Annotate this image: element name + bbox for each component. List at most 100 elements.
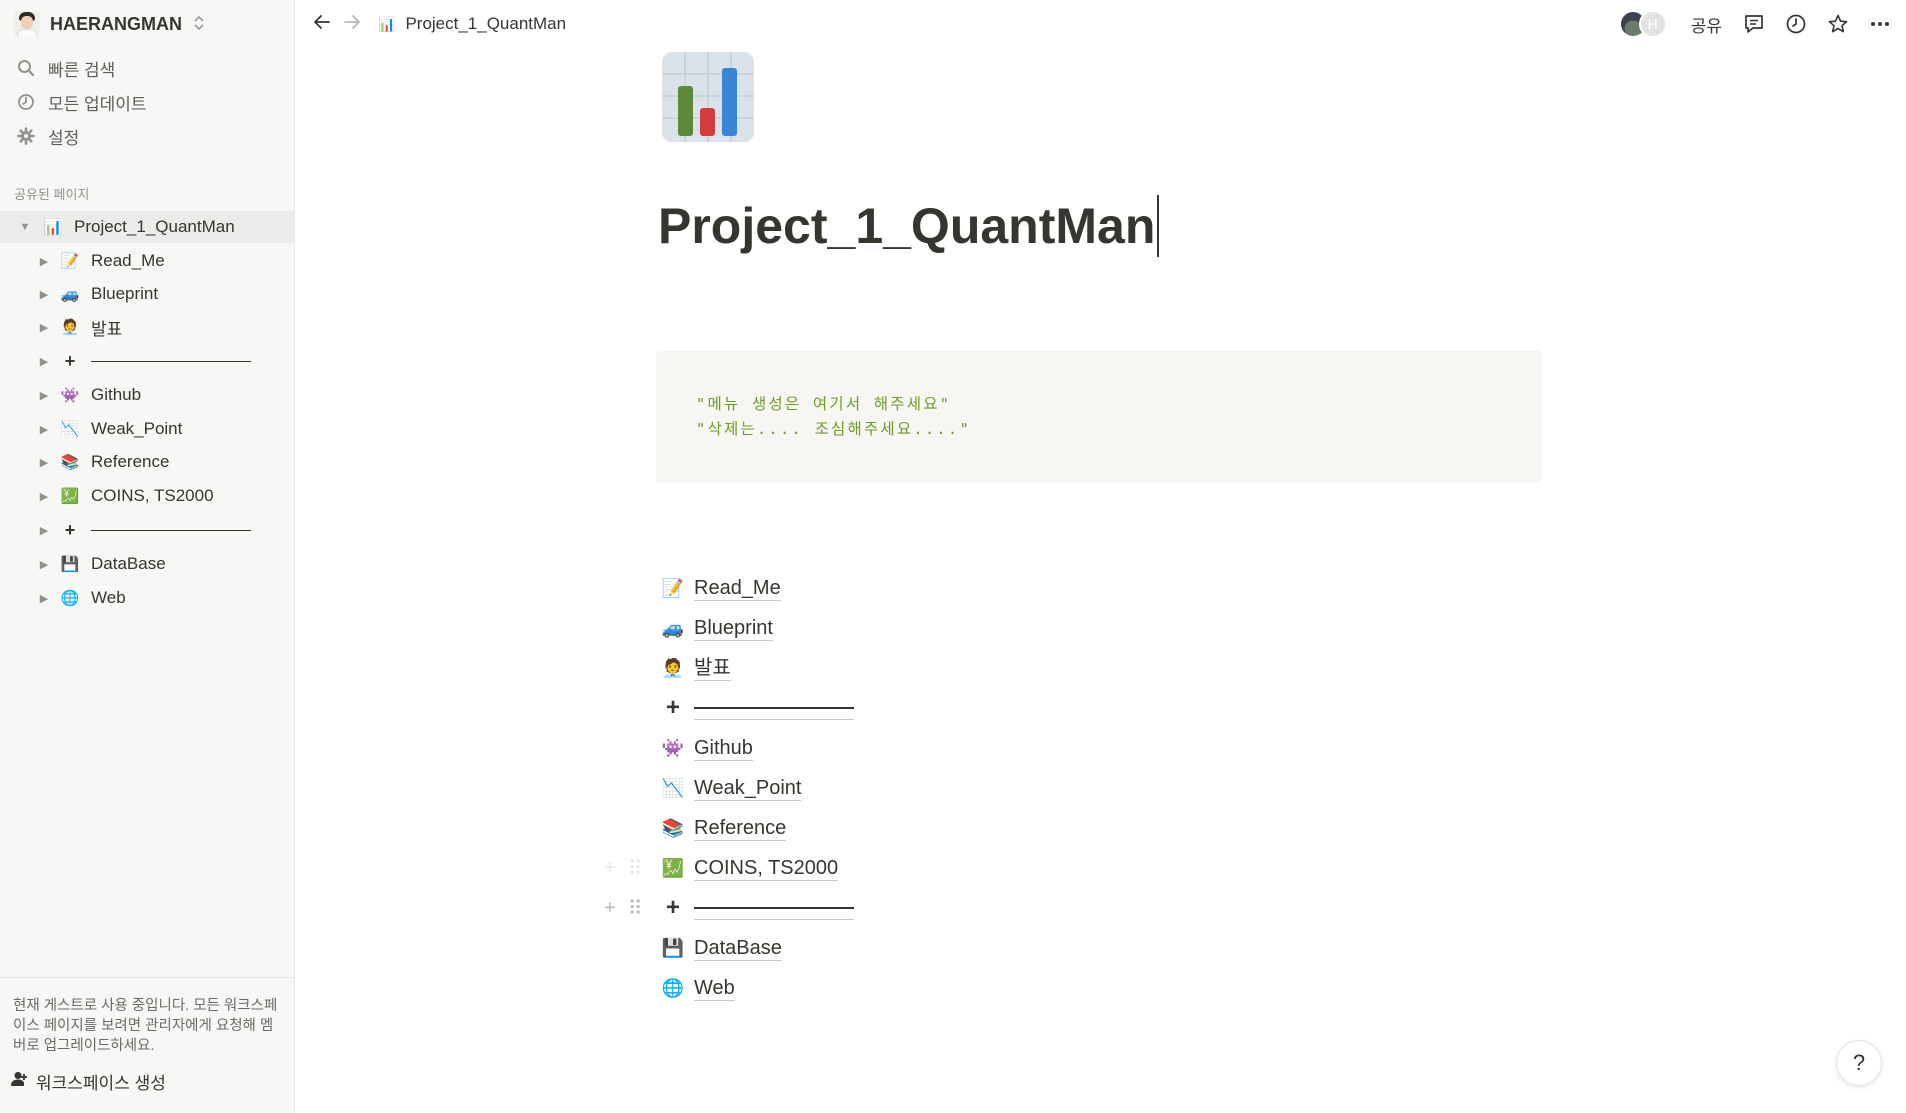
sidebar-item-blueprint[interactable]: ▶ 🚙 Blueprint — [0, 278, 295, 310]
page-link-divider[interactable]: + — [660, 691, 854, 725]
sidebar-item-label: 발표 — [91, 319, 123, 339]
globe-icon: 🌐 — [60, 590, 80, 607]
page-link-github[interactable]: 👾 Github — [660, 731, 753, 765]
arrow-right-icon — [342, 12, 362, 37]
page-link-label: Weak_Point — [694, 776, 802, 801]
nav-settings[interactable]: 설정 — [10, 121, 284, 151]
page-link-coins-ts2000[interactable]: 💹 COINS, TS2000 — [660, 851, 839, 885]
chevron-updown-icon — [194, 15, 204, 34]
topbar-actions: H 공유 — [1618, 8, 1894, 40]
sidebar-item-label: COINS, TS2000 — [91, 486, 214, 505]
sidebar-item-presentation[interactable]: ▶ 🧑‍💼 발표 — [0, 311, 295, 343]
page-title[interactable]: Project_1_QuantMan — [658, 197, 1155, 255]
plus-icon[interactable]: + — [604, 857, 616, 880]
sidebar-item-label: Github — [91, 385, 142, 404]
create-workspace-label: 워크스페이스 생성 — [36, 1073, 166, 1093]
caret-right-icon[interactable]: ▶ — [37, 321, 51, 334]
block-handle[interactable]: + ⠿ — [604, 851, 642, 885]
divider-line — [91, 529, 251, 531]
create-workspace-button[interactable]: 워크스페이스 생성 — [10, 1066, 166, 1096]
chart-increasing-yen-icon: 💹 — [60, 488, 80, 505]
alien-monster-icon: 👾 — [60, 387, 80, 404]
topbar: 📊 Project_1_QuantMan H 공유 — [296, 0, 1906, 48]
caret-right-icon[interactable]: ▶ — [37, 490, 51, 503]
arrow-left-icon — [312, 12, 332, 37]
caret-right-icon[interactable]: ▶ — [37, 592, 51, 605]
page-title-wrap[interactable]: Project_1_QuantMan — [658, 195, 1160, 257]
bar-chart-icon[interactable] — [662, 52, 754, 142]
sidebar-item-divider[interactable]: ▶ + — [0, 514, 295, 546]
page-link-read-me[interactable]: 📝 Read_Me — [660, 571, 781, 605]
sidebar-item-label: Read_Me — [91, 251, 165, 270]
page-link-label: DataBase — [694, 936, 782, 961]
caret-right-icon[interactable]: ▶ — [37, 423, 51, 436]
sidebar-item-weak-point[interactable]: ▶ 📉 Weak_Point — [0, 413, 295, 445]
more-icon[interactable] — [1866, 10, 1894, 38]
workspace-avatar — [14, 11, 40, 37]
collaborator-avatars[interactable]: H — [1618, 10, 1667, 38]
page-link-label: 발표 — [694, 656, 731, 681]
sidebar-item-project-1-quantman[interactable]: ▼ 📊 Project_1_QuantMan — [0, 211, 295, 243]
caret-right-icon[interactable]: ▶ — [37, 255, 51, 268]
sidebar-item-label: Blueprint — [91, 284, 159, 303]
car-icon: 🚙 — [60, 286, 80, 303]
drag-handle-icon[interactable]: ⠿ — [628, 896, 643, 921]
page-link-database[interactable]: 💾 DataBase — [660, 931, 782, 965]
sidebar-item-reference[interactable]: ▶ 📚 Reference — [0, 446, 295, 478]
plus-icon[interactable]: + — [604, 897, 616, 920]
text-caret — [1157, 195, 1160, 257]
page-link-presentation[interactable]: 🧑‍💼 발표 — [660, 651, 731, 685]
page-link-label: Web — [694, 976, 735, 1001]
guest-notice: 현재 게스트로 사용 중입니다. 모든 워크스페이스 페이지를 보려면 관리자에… — [13, 998, 278, 1054]
page-link-label: Reference — [694, 816, 787, 841]
page-link-web[interactable]: 🌐 Web — [660, 971, 735, 1005]
sidebar-item-label: DataBase — [91, 554, 166, 573]
back-button[interactable] — [308, 10, 336, 38]
page-link-reference[interactable]: 📚 Reference — [660, 811, 787, 845]
star-icon[interactable] — [1824, 10, 1852, 38]
history-icon[interactable] — [1782, 10, 1810, 38]
sidebar-item-read-me[interactable]: ▶ 📝 Read_Me — [0, 245, 295, 277]
avatar: H — [1638, 10, 1667, 38]
shared-pages-label: 공유된 페이지 — [14, 187, 90, 202]
caret-down-icon[interactable]: ▼ — [18, 221, 32, 233]
sidebar-item-github[interactable]: ▶ 👾 Github — [0, 379, 295, 411]
nav-label: 설정 — [48, 128, 80, 148]
forward-button[interactable] — [338, 10, 366, 38]
caret-right-icon[interactable]: ▶ — [37, 456, 51, 469]
sidebar-item-coins-ts2000[interactable]: ▶ 💹 COINS, TS2000 — [0, 480, 295, 512]
clock-icon — [16, 93, 36, 111]
help-button[interactable]: ? — [1836, 1040, 1882, 1086]
sidebar-item-label: Project_1_QuantMan — [74, 217, 235, 236]
caret-right-icon[interactable]: ▶ — [37, 355, 51, 368]
code-block[interactable]: "메뉴 생성은 여기서 해주세요" "삭제는.... 조심해주세요...." — [656, 350, 1542, 483]
page-link-weak-point[interactable]: 📉 Weak_Point — [660, 771, 802, 805]
workspace-switcher[interactable]: HAERANGMAN — [10, 8, 280, 40]
chart-increasing-yen-icon: 💹 — [661, 857, 685, 878]
office-worker-icon: 🧑‍💼 — [60, 319, 80, 336]
caret-right-icon[interactable]: ▶ — [37, 524, 51, 537]
comment-icon[interactable] — [1740, 10, 1768, 38]
code-line: "삭제는.... 조심해주세요...." — [696, 420, 971, 438]
page-link-label: Github — [694, 736, 753, 761]
caret-right-icon[interactable]: ▶ — [37, 558, 51, 571]
sidebar-item-web[interactable]: ▶ 🌐 Web — [0, 582, 295, 614]
page-link-blueprint[interactable]: 🚙 Blueprint — [660, 611, 773, 645]
share-button[interactable]: 공유 — [1687, 12, 1726, 37]
caret-right-icon[interactable]: ▶ — [37, 389, 51, 402]
sidebar-item-database[interactable]: ▶ 💾 DataBase — [0, 548, 295, 580]
nav-all-updates[interactable]: 모든 업데이트 — [10, 87, 284, 117]
block-handle[interactable]: + ⠿ — [604, 891, 642, 925]
page-link-divider[interactable]: + — [660, 891, 854, 925]
floppy-disk-icon: 💾 — [661, 937, 685, 958]
breadcrumb[interactable]: 📊 Project_1_QuantMan — [378, 10, 566, 38]
page-link-divider-line — [694, 896, 854, 920]
caret-right-icon[interactable]: ▶ — [37, 288, 51, 301]
sidebar-item-divider[interactable]: ▶ + — [0, 345, 295, 377]
drag-handle-icon[interactable]: ⠿ — [628, 856, 643, 881]
nav-quick-search[interactable]: 빠른 검색 — [10, 53, 284, 83]
globe-icon: 🌐 — [661, 977, 685, 998]
plus-icon: + — [665, 894, 680, 921]
memo-icon: 📝 — [60, 253, 80, 270]
page-link-label: COINS, TS2000 — [694, 856, 839, 881]
